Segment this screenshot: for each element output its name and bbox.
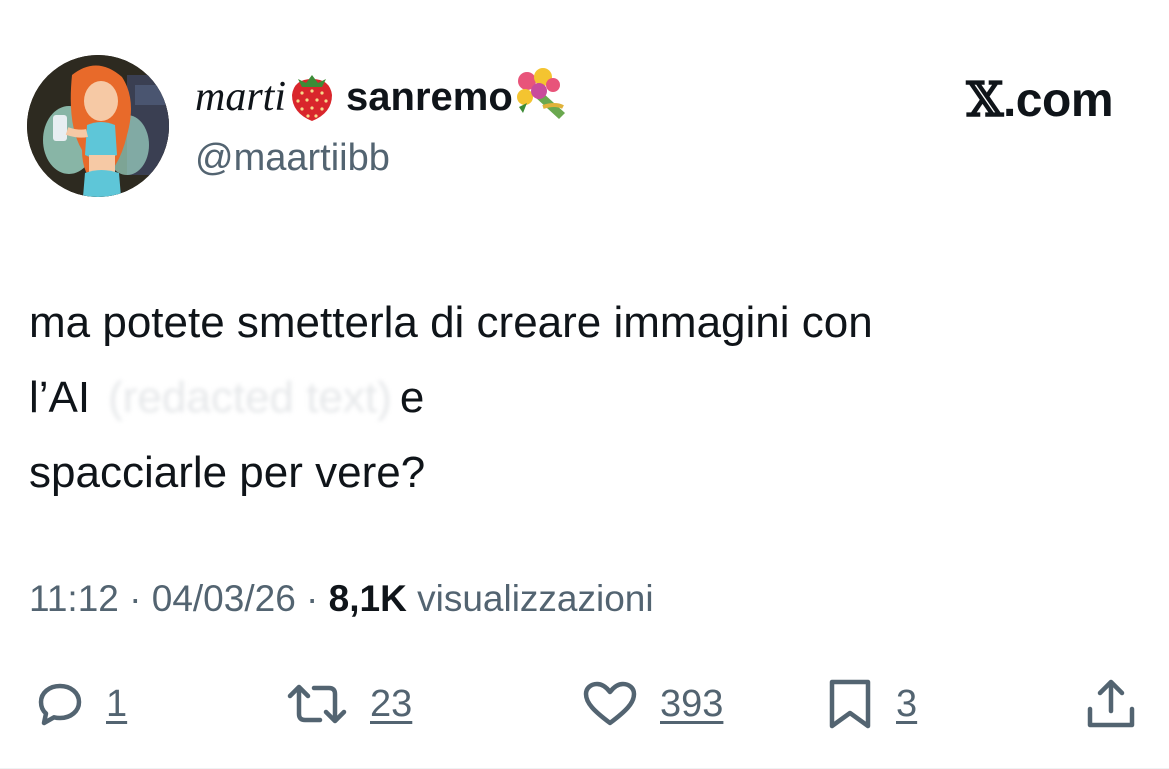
meta-separator: · xyxy=(295,578,329,619)
tweet-text: ma potete smetterla di creare immagini c… xyxy=(29,285,1139,510)
meta-separator: · xyxy=(118,578,152,619)
bookmark-icon xyxy=(829,679,871,729)
repost-icon xyxy=(287,684,347,724)
x-logo-suffix: .com xyxy=(1002,74,1114,127)
bouquet-icon xyxy=(513,67,571,128)
like-count: 393 xyxy=(660,682,724,725)
author-name-part1: marti xyxy=(195,74,287,120)
author-name-part2: sanremo xyxy=(346,74,513,119)
tweet-line-1: ma potete smetterla di creare immagini c… xyxy=(29,298,873,347)
strawberry-icon xyxy=(286,67,338,128)
x-logo: 𝕏.com xyxy=(966,72,1113,128)
bookmark-button[interactable]: 3 xyxy=(826,672,917,736)
tweet-line-2-start: l’AI xyxy=(29,373,91,422)
avatar-image xyxy=(27,55,169,197)
tweet-meta: 11:12 · 04/03/26 · 8,1K visualizzazioni xyxy=(29,578,654,620)
reply-button[interactable]: 1 xyxy=(36,672,127,736)
redacted-text: (redacted text) xyxy=(108,373,392,422)
tweet-date[interactable]: 04/03/26 xyxy=(152,578,296,619)
like-button[interactable]: 393 xyxy=(582,672,723,736)
author-name[interactable]: marti sanremo xyxy=(195,66,571,128)
tweet-time[interactable]: 11:12 xyxy=(29,578,119,619)
like-icon xyxy=(583,681,637,726)
action-bar: 1 23 393 3 xyxy=(0,672,1169,736)
repost-count: 23 xyxy=(370,682,413,725)
author-handle[interactable]: @maartiibb xyxy=(195,137,390,180)
tweet-line-2-end: e xyxy=(399,373,425,422)
share-icon xyxy=(1087,679,1135,728)
tweet-line-3: spacciarle per vere? xyxy=(29,448,426,497)
x-mark-icon: 𝕏 xyxy=(966,72,1003,128)
repost-button[interactable]: 23 xyxy=(286,672,412,736)
views-count: 8,1K xyxy=(328,578,407,619)
bookmark-count: 3 xyxy=(896,682,918,725)
views-label: visualizzazioni xyxy=(406,578,654,619)
share-button[interactable] xyxy=(1084,672,1138,736)
tweet-line-2: l’AI (redacted text) e xyxy=(29,360,1139,435)
avatar[interactable] xyxy=(27,55,169,197)
reply-icon xyxy=(38,683,82,726)
reply-count: 1 xyxy=(106,682,128,725)
